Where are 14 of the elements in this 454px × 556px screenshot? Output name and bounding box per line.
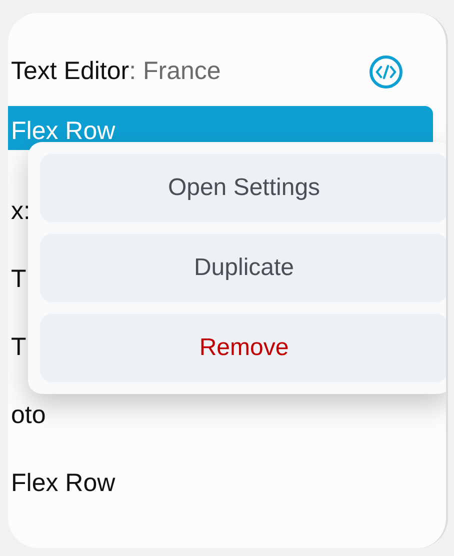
list-row[interactable]: Flex Row: [8, 462, 433, 506]
menu-item[interactable]: Open Settings: [40, 154, 446, 222]
list-row[interactable]: Text Editor: France: [8, 50, 433, 94]
code-icon[interactable]: [369, 55, 403, 89]
row-label: oto: [11, 400, 46, 432]
menu-item[interactable]: Duplicate: [40, 234, 446, 302]
row-label: Flex Row: [11, 116, 116, 146]
row-label: Text Editor: France: [11, 56, 221, 88]
row-label: Flex Row: [11, 468, 116, 500]
row-label: x:: [11, 196, 30, 228]
row-label: T: [11, 332, 26, 364]
row-label: T: [11, 264, 26, 296]
list-row[interactable]: oto: [8, 394, 433, 438]
remove-menu-item[interactable]: Remove: [40, 314, 446, 382]
